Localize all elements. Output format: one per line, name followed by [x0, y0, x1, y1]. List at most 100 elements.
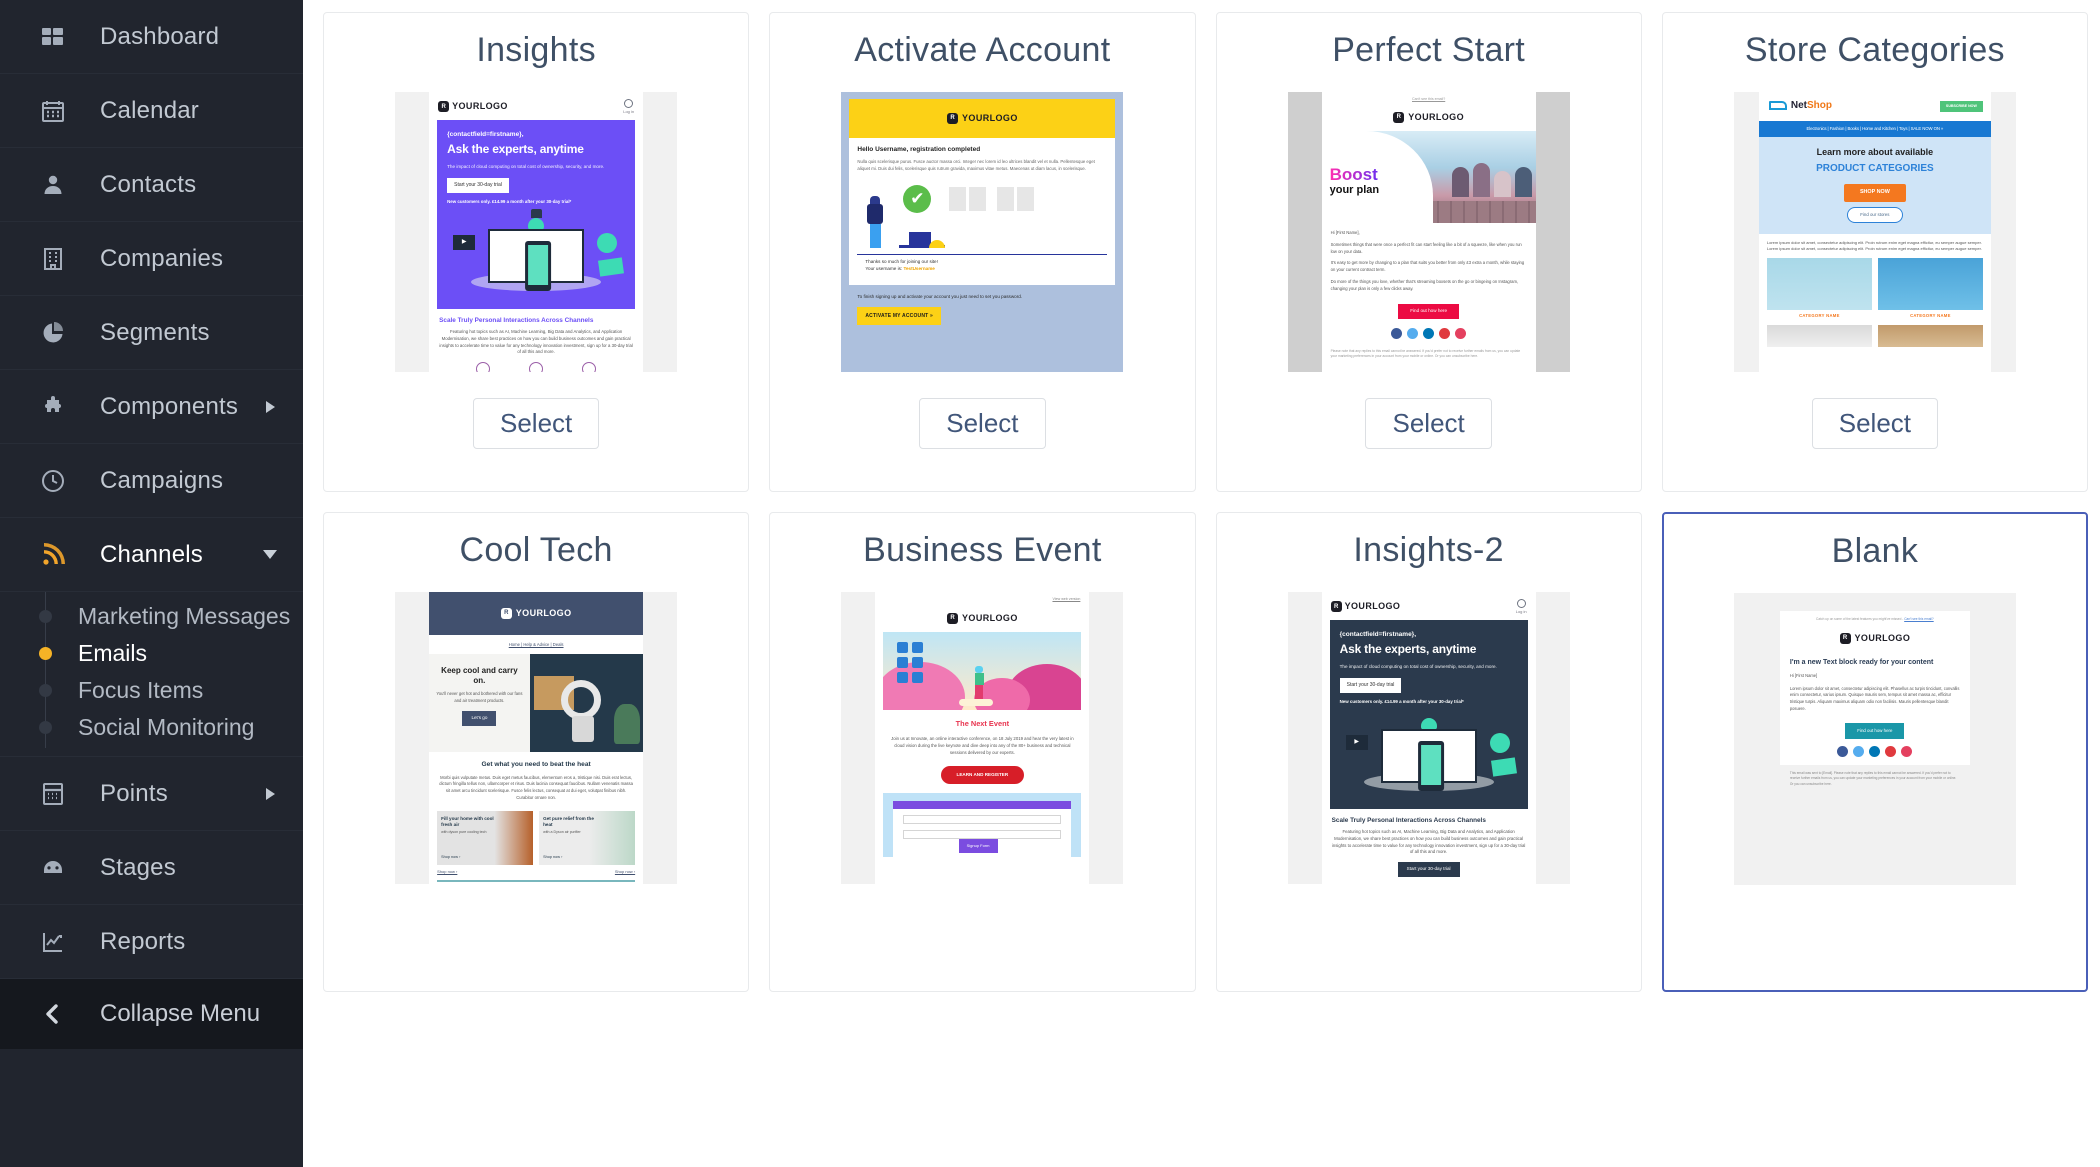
login-label: Log in	[623, 109, 635, 114]
sidebar-item-label: Companies	[100, 244, 224, 272]
template-thumbnail: R YOURLOGO Home | Help & Advice | Deals …	[395, 592, 678, 884]
body-copy: Lorem ipsum dolor sit amet, consectetur …	[1766, 239, 1982, 252]
card-title: Insights	[476, 31, 596, 69]
sidebar-item-segments[interactable]: Segments	[0, 296, 303, 370]
template-card-insights-2[interactable]: Insights-2 R YOURLOGO Log in {contactfie…	[1215, 512, 1642, 992]
sidebar-item-label: Components	[100, 392, 239, 420]
hero-headline: Ask the experts, anytime	[447, 142, 584, 157]
template-card-blank[interactable]: Blank Catch up on some of the latest fea…	[1661, 512, 2088, 992]
footer-text: Featuring hot topics such as AI, Machine…	[439, 329, 633, 355]
select-button[interactable]: Select	[472, 398, 600, 449]
select-button[interactable]: Select	[1365, 398, 1492, 449]
social-icons	[1780, 745, 1970, 765]
template-thumbnail: NetShop SUBSCRIBE NOW Electronics | Fash…	[1733, 92, 2016, 372]
sidebar-subitem-social-monitoring[interactable]: Social Monitoring	[0, 709, 303, 746]
footer-text: Featuring hot topics such as AI, Machine…	[1331, 829, 1526, 855]
sidebar-item-calendar[interactable]: Calendar	[0, 74, 303, 148]
tile-cta: Shop now ›	[543, 855, 563, 860]
event-body: Join us at Innovate, an online interacti…	[891, 735, 1074, 755]
subscribe-button: SUBSCRIBE NOW	[1939, 100, 1983, 113]
clock-icon	[36, 469, 70, 493]
chevron-down-icon	[263, 550, 277, 559]
section-text: Morbi quis vulputate metus. Duis eget me…	[439, 774, 633, 800]
sidebar-item-companies[interactable]: Companies	[0, 222, 303, 296]
body-copy: Lorem ipsum dolor sit amet, consectetur …	[1789, 685, 1960, 711]
cta-button: Let's go	[462, 711, 497, 726]
template-thumbnail: Can't see this email? R YOURLOGO Boost y…	[1287, 92, 1570, 372]
select-button[interactable]: Select	[1811, 398, 1938, 449]
tile-subtext: with a Dyson air purifier	[543, 829, 581, 834]
chart-line-icon	[36, 930, 70, 954]
sidebar-subitem-marketing-messages[interactable]: Marketing Messages	[0, 598, 303, 635]
user-avatar-icon	[1516, 599, 1526, 608]
puzzle-icon	[36, 395, 70, 419]
sidebar-item-label: Reports	[100, 927, 186, 955]
footer-heading: Scale Truly Personal Interactions Across…	[1331, 817, 1486, 825]
category-nav: Electronics | Fashion | Books | Home and…	[1758, 121, 1991, 138]
footer-heading: Scale Truly Personal Interactions Across…	[439, 317, 594, 325]
sidebar-subitem-label: Social Monitoring	[78, 714, 255, 740]
card-title: Activate Account	[854, 31, 1111, 69]
logo-mark-icon: R	[500, 608, 512, 620]
username-label: Your username is:	[865, 265, 903, 271]
sidebar-item-channels[interactable]: Channels	[0, 518, 303, 592]
hero-illustration: ▶	[447, 205, 625, 297]
template-card-activate-account[interactable]: Activate Account R YOURLOGO Hello Userna…	[769, 12, 1196, 492]
footer-cta-button: Start your 30-day trial	[1397, 862, 1460, 877]
sidebar-item-points[interactable]: Points	[0, 757, 303, 831]
brand-logo-text: YOURLOGO	[962, 113, 1018, 123]
brand-logo-text: YOURLOGO	[1408, 112, 1464, 123]
category-caption: CATEGORY NAME	[1799, 312, 1840, 318]
sidebar-item-dashboard[interactable]: Dashboard	[0, 0, 303, 74]
template-card-store-categories[interactable]: Store Categories NetShop SUBSCRIBE NOW E…	[1661, 12, 2088, 492]
play-icon: ▶	[453, 235, 476, 251]
logo-mark-icon: R	[1330, 601, 1342, 613]
check-icon: ✔	[903, 185, 932, 214]
sidebar-item-contacts[interactable]: Contacts	[0, 148, 303, 222]
paragraph-3: Do more of the things you love, whether …	[1330, 278, 1519, 291]
template-card-cool-tech[interactable]: Cool Tech R YOURLOGO Home | Help & Advic…	[323, 512, 750, 992]
tile-subtext: with dyson pure cooling tech	[441, 829, 487, 834]
hero-illustration: ▶	[1340, 705, 1518, 797]
hero-word-boost: Boost	[1329, 165, 1378, 185]
calculator-icon	[36, 782, 70, 806]
card-title: Insights-2	[1353, 531, 1504, 569]
sidebar-item-components[interactable]: Components	[0, 370, 303, 444]
login-label: Log in	[1515, 609, 1527, 614]
sidebar-item-reports[interactable]: Reports	[0, 905, 303, 979]
hero-illustration	[883, 632, 1082, 711]
collapse-menu-label: Collapse Menu	[100, 1000, 261, 1027]
register-button: LEARN AND REGISTER	[940, 765, 1025, 785]
collapse-menu-button[interactable]: Collapse Menu	[0, 979, 303, 1049]
chevron-right-icon	[266, 400, 275, 413]
template-card-perfect-start[interactable]: Perfect Start Can't see this email? R YO…	[1215, 12, 1642, 492]
grid-icon	[36, 25, 70, 49]
footer-text: To finish signing up and activate your a…	[857, 293, 1023, 299]
sidebar-item-stages[interactable]: Stages	[0, 831, 303, 905]
category-caption: CATEGORY NAME	[1910, 312, 1951, 318]
logo-mark-icon: R	[1393, 112, 1405, 124]
select-button[interactable]: Select	[919, 398, 1046, 449]
email-illustration: ✔	[857, 177, 1108, 256]
brand-logo-text: NetShop	[1790, 100, 1832, 112]
template-card-business-event[interactable]: Business Event View web version R YOURLO…	[769, 512, 1196, 992]
form-label: Signup Form	[958, 839, 998, 854]
sidebar-item-label: Channels	[100, 540, 204, 568]
tile-title: Get pure relief from the heat	[543, 815, 594, 827]
sidebar-filler	[0, 1049, 303, 1167]
person-icon	[36, 173, 70, 197]
shop-link-left: Shop now ›	[437, 868, 458, 874]
shopping-cart-icon	[1767, 99, 1787, 114]
greeting-text: {contactfield=firstname},	[1339, 630, 1417, 638]
template-thumbnail: R YOURLOGO Log in {contactfield=firstnam…	[395, 92, 678, 372]
sidebar-subitem-emails[interactable]: Emails	[0, 635, 303, 672]
sidebar-item-campaigns[interactable]: Campaigns	[0, 444, 303, 518]
chevron-right-icon	[266, 787, 275, 800]
channels-submenu: Marketing Messages Emails Focus Items So…	[0, 592, 303, 757]
hero-subtext: You'll never get hot and bothered with o…	[436, 691, 523, 703]
card-title: Perfect Start	[1332, 31, 1526, 69]
logo-mark-icon: R	[1839, 632, 1851, 644]
template-card-insights[interactable]: Insights R YOURLOGO Log in {contactfield…	[323, 12, 750, 492]
sidebar-subitem-focus-items[interactable]: Focus Items	[0, 672, 303, 709]
sidebar-subitem-label: Emails	[78, 640, 148, 666]
